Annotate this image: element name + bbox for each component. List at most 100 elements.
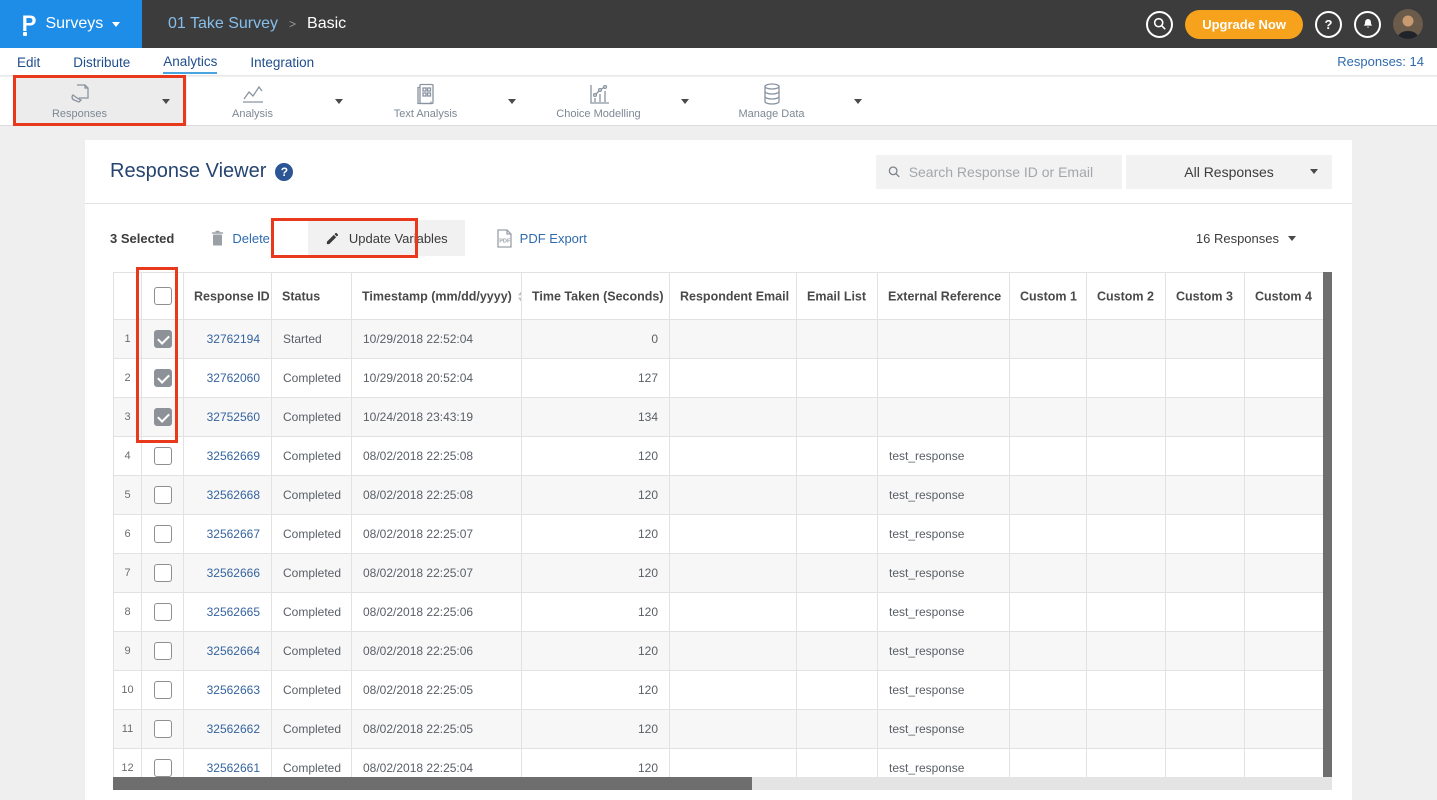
row-checkbox[interactable] [154,642,172,660]
cell-respondent_email [670,320,797,359]
cell-timestamp: 08/02/2018 22:25:06 [352,593,522,632]
search-icon[interactable] [1146,11,1173,38]
cell-num: 12 [114,749,142,778]
response-filter-dropdown[interactable]: All Responses [1126,155,1332,189]
column-header-label: Custom 1 [1020,289,1077,303]
row-checkbox[interactable] [154,330,172,348]
column-header-id[interactable]: Response ID [184,273,272,320]
toolbar-label-responses: Responses [52,108,107,120]
choice-modelling-dropdown-caret[interactable] [664,77,706,125]
toolbar-item-choice-modelling[interactable]: Choice Modelling [533,77,664,125]
cell-custom1 [1010,398,1087,437]
analytics-toolbar: Responses Analysis Text A [0,77,1437,126]
cell-status: Completed [272,359,352,398]
delete-button[interactable]: Delete [210,230,270,246]
avatar-photo [1393,9,1423,39]
response-id-link[interactable]: 32562667 [207,527,260,541]
response-id-link[interactable]: 32562663 [207,683,260,697]
row-checkbox[interactable] [154,603,172,621]
row-select-cell [142,671,184,710]
cell-timestamp: 08/02/2018 22:25:05 [352,710,522,749]
response-id-link[interactable]: 32562666 [207,566,260,580]
cell-email_list [797,476,878,515]
row-checkbox[interactable] [154,681,172,699]
cell-custom1 [1010,437,1087,476]
column-header-custom1: Custom 1 [1010,273,1087,320]
response-id-link[interactable]: 32562664 [207,644,260,658]
response-id-link[interactable]: 32762060 [207,371,260,385]
cell-num: 6 [114,515,142,554]
delete-label: Delete [232,231,270,246]
column-header-label: Custom 4 [1255,289,1312,303]
search-input[interactable] [909,164,1110,180]
tab-analytics[interactable]: Analytics [163,50,217,74]
chevron-down-icon [1288,236,1296,241]
responses-dropdown-caret[interactable] [145,77,187,125]
response-id-link[interactable]: 32562665 [207,605,260,619]
column-header-time_taken[interactable]: Time Taken (Seconds) [522,273,670,320]
table-row: 132762194Started10/29/2018 22:52:040 [114,320,1324,359]
responses-count-dropdown[interactable]: 16 Responses [1196,231,1296,246]
tab-edit[interactable]: Edit [17,51,40,73]
breadcrumb-survey-link[interactable]: 01 Take Survey [168,15,278,33]
row-checkbox[interactable] [154,720,172,738]
row-checkbox[interactable] [154,525,172,543]
cell-time_taken: 134 [522,398,670,437]
horizontal-scrollbar-thumb[interactable] [113,777,752,790]
row-checkbox[interactable] [154,486,172,504]
avatar[interactable] [1393,9,1423,39]
trash-icon [210,230,225,246]
cell-custom2 [1087,749,1166,778]
analysis-dropdown-caret[interactable] [318,77,360,125]
row-select-cell [142,515,184,554]
upgrade-button[interactable]: Upgrade Now [1185,10,1303,39]
notifications-bell-icon[interactable] [1354,11,1381,38]
toolbar-item-analysis[interactable]: Analysis [187,77,318,125]
cell-email_list [797,749,878,778]
row-checkbox[interactable] [154,447,172,465]
toolbar-item-text-analysis[interactable]: Text Analysis [360,77,491,125]
help-icon[interactable]: ? [1315,11,1342,38]
toolbar-item-manage-data[interactable]: Manage Data [706,77,837,125]
cell-num: 5 [114,476,142,515]
column-header-custom3: Custom 3 [1166,273,1245,320]
column-header-custom2: Custom 2 [1087,273,1166,320]
cell-custom2 [1087,710,1166,749]
cell-custom2 [1087,671,1166,710]
cell-status: Completed [272,437,352,476]
response-id-link[interactable]: 32562661 [207,761,260,775]
cell-timestamp: 08/02/2018 22:25:05 [352,671,522,710]
product-switcher[interactable]: P Surveys [0,0,142,48]
pdf-export-button[interactable]: PDF PDF Export [495,229,587,248]
horizontal-scrollbar-track[interactable] [113,777,1332,790]
response-id-link[interactable]: 32562668 [207,488,260,502]
pencil-icon [325,231,340,246]
update-variables-button[interactable]: Update Variables [308,220,465,256]
viewer-help-icon[interactable]: ? [275,163,293,181]
cell-external_reference: test_response [878,632,1010,671]
row-checkbox[interactable] [154,408,172,426]
response-id-link[interactable]: 32752560 [207,410,260,424]
response-id-link[interactable]: 32762194 [207,332,260,346]
column-header-num [114,273,142,320]
cell-email_list [797,554,878,593]
column-header-label: Email List [807,289,866,303]
response-id-link[interactable]: 32562669 [207,449,260,463]
cell-response-id: 32562667 [184,515,272,554]
cell-respondent_email [670,632,797,671]
text-analysis-dropdown-caret[interactable] [491,77,533,125]
row-checkbox[interactable] [154,759,172,777]
analysis-icon [240,82,266,106]
toolbar-item-responses[interactable]: Responses [14,77,145,125]
tab-distribute[interactable]: Distribute [73,51,130,73]
vertical-scrollbar[interactable] [1323,272,1332,777]
column-header-timestamp[interactable]: Timestamp (mm/dd/yyyy) [352,273,522,320]
manage-data-dropdown-caret[interactable] [837,77,879,125]
row-checkbox[interactable] [154,564,172,582]
row-checkbox[interactable] [154,369,172,387]
table-row: 632562667Completed08/02/2018 22:25:07120… [114,515,1324,554]
cell-respondent_email [670,671,797,710]
tab-integration[interactable]: Integration [250,51,314,73]
select-all-checkbox[interactable] [154,287,172,305]
response-id-link[interactable]: 32562662 [207,722,260,736]
